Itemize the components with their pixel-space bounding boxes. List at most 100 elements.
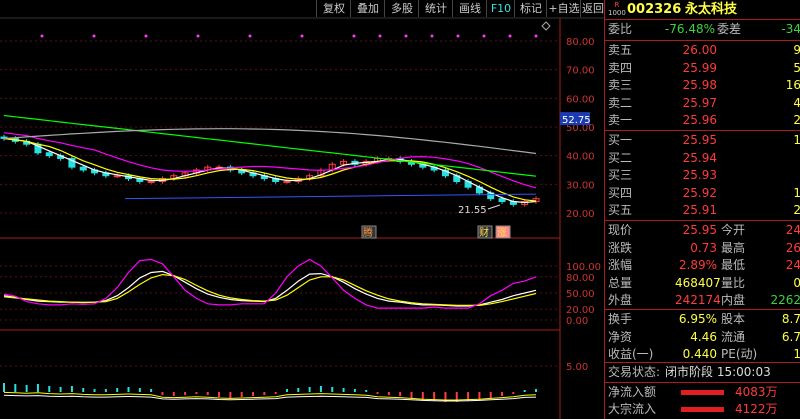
flow-label: 大宗流入 — [608, 402, 657, 416]
ask-volume: 4 — [793, 95, 800, 110]
toolbar-button-2[interactable]: 多股 — [384, 0, 419, 17]
candle — [498, 198, 506, 203]
bid-row: 买三 25.93 — [605, 167, 800, 184]
stat2-row-label2: PE(动) — [721, 347, 758, 361]
signal-dot — [378, 34, 382, 38]
stat-row: 外盘 242174 内盘 2262 — [605, 292, 800, 309]
bid-row: 买四 25.92 1 — [605, 185, 800, 202]
bid-row: 买二 25.94 — [605, 150, 800, 167]
badge-bottom: 1000 — [608, 9, 626, 17]
bid-price: 25.95 — [682, 133, 717, 147]
signal-dot — [40, 34, 44, 38]
bid-row: 买五 25.91 2 — [605, 202, 800, 219]
flow-value: 4122万 — [735, 402, 778, 416]
stat2-row: 收益(一) 0.440 PE(动) 1 — [605, 346, 800, 363]
flow-row: 净流入额 4083万 — [605, 384, 800, 401]
signal-dot — [534, 34, 538, 38]
event-marker: 财 — [479, 226, 489, 239]
bid-price: 25.91 — [682, 203, 717, 217]
ask-row: 卖四 25.99 5 — [605, 60, 800, 77]
ask-volume: 5 — [793, 60, 800, 75]
kdj-tick: 80.00 — [566, 273, 595, 284]
stat-row-value2: 24 — [785, 223, 800, 237]
candle — [147, 180, 155, 183]
flow-label: 净流入额 — [608, 385, 657, 399]
toolbar-button-8[interactable]: 返回 — [580, 0, 605, 17]
toolbar-button-4[interactable]: 画线 — [452, 0, 487, 17]
ask-label: 卖四 — [608, 60, 633, 75]
signal-dot — [430, 34, 434, 38]
stat2-row-value2: 1 — [793, 347, 800, 361]
signal-dot — [144, 34, 148, 38]
weibi-value: -76.48% — [664, 22, 715, 36]
bid-price: 25.94 — [682, 150, 717, 165]
ask-label: 卖五 — [608, 43, 633, 57]
stat2-row-label: 收益(一) — [608, 347, 654, 361]
bid-price: 25.93 — [682, 168, 717, 182]
signal-dot — [352, 34, 356, 38]
toolbar-button-7[interactable]: +自选 — [546, 0, 581, 17]
status-label: 交易状态: — [608, 365, 661, 379]
quote-panel: R 1000 002326 永太科技 委比 -76.48% 委差 -34 卖五 2… — [604, 0, 800, 419]
toolbar-button-6[interactable]: 标记 — [514, 0, 547, 17]
stat-row-label2: 内盘 — [721, 293, 746, 307]
stat2-row-label2: 股本 — [721, 312, 746, 326]
bid-volume: 2 — [793, 203, 800, 217]
stat-row-label2: 最高 — [721, 240, 746, 255]
toolbar-button-5[interactable]: F10 — [486, 0, 515, 17]
stat-row-label2: 今开 — [721, 223, 746, 237]
stat-row-value2: 2262 — [770, 293, 800, 307]
kline-chart[interactable]: 80.00 70.00 60.00 50.00 40.00 30.00 20.00 52.75… — [0, 0, 604, 419]
stat2-row-value: 4.46 — [690, 329, 717, 344]
stat-row: 总量 468407 量比 0 — [605, 275, 800, 292]
stat-row-label: 总量 — [608, 275, 633, 290]
stat-row-value: 0.73 — [690, 240, 717, 255]
ask-price: 25.96 — [682, 113, 717, 127]
stat-row-label: 涨幅 — [608, 258, 633, 272]
stat-row-value: 2.89% — [678, 258, 717, 272]
stock-name: 永太科技 — [685, 2, 738, 17]
stat-row-label2: 量比 — [721, 275, 746, 290]
toolbar-button-0[interactable]: 复权 — [316, 0, 351, 17]
stat-row-label: 现价 — [608, 223, 633, 237]
ask-price: 25.99 — [682, 60, 717, 75]
flow-value: 4083万 — [735, 385, 778, 399]
stock-code: 002326 — [627, 2, 682, 17]
signal-dot — [92, 34, 96, 38]
stat2-row-label2: 流通 — [721, 329, 746, 344]
ask-label: 卖三 — [608, 78, 633, 92]
ask-row: 卖五 26.00 9 — [605, 42, 800, 59]
weicha-label: 委差 — [717, 22, 742, 36]
stat-row-value2: 24 — [785, 258, 800, 272]
ask-volume: 16 — [785, 78, 800, 92]
stat2-row-value: 6.95% — [678, 312, 717, 326]
stat2-row-label: 换手 — [608, 312, 633, 326]
stat2-row: 换手 6.95% 股本 8.7 — [605, 311, 800, 328]
stat2-row-value2: 6.7 — [781, 329, 800, 344]
chart-area[interactable]: 80.00 70.00 60.00 50.00 40.00 30.00 20.00 52.75… — [0, 0, 604, 419]
divider — [605, 309, 800, 310]
toolbar-button-3[interactable]: 统计 — [418, 0, 453, 17]
kdj-tick: 50.00 — [566, 289, 595, 300]
stat-row-label: 涨跌 — [608, 240, 633, 255]
divider — [605, 19, 800, 20]
ma120-line — [3, 128, 537, 155]
divider — [605, 382, 800, 383]
signal-dot — [196, 34, 200, 38]
signal-dot — [248, 34, 252, 38]
stat-row-label2: 最低 — [721, 258, 746, 272]
candle — [283, 180, 291, 183]
candle — [113, 175, 121, 178]
stat2-row: 净资 4.46 流通 6.7 — [605, 329, 800, 346]
ask-price: 25.98 — [682, 78, 717, 92]
bottom-tick: 5.00 — [566, 362, 588, 373]
signal-dot — [482, 34, 486, 38]
bid-row: 买一 25.95 1 — [605, 132, 800, 149]
event-marker: 腾 — [363, 226, 373, 239]
ask-row: 卖一 25.96 2 — [605, 112, 800, 129]
flow-row: 大宗流入 4122万 — [605, 401, 800, 418]
price-tick: 40.00 — [566, 152, 595, 163]
toolbar-button-1[interactable]: 叠加 — [350, 0, 385, 17]
ask-price: 25.97 — [682, 95, 717, 110]
stat-row-value: 25.95 — [682, 223, 717, 237]
